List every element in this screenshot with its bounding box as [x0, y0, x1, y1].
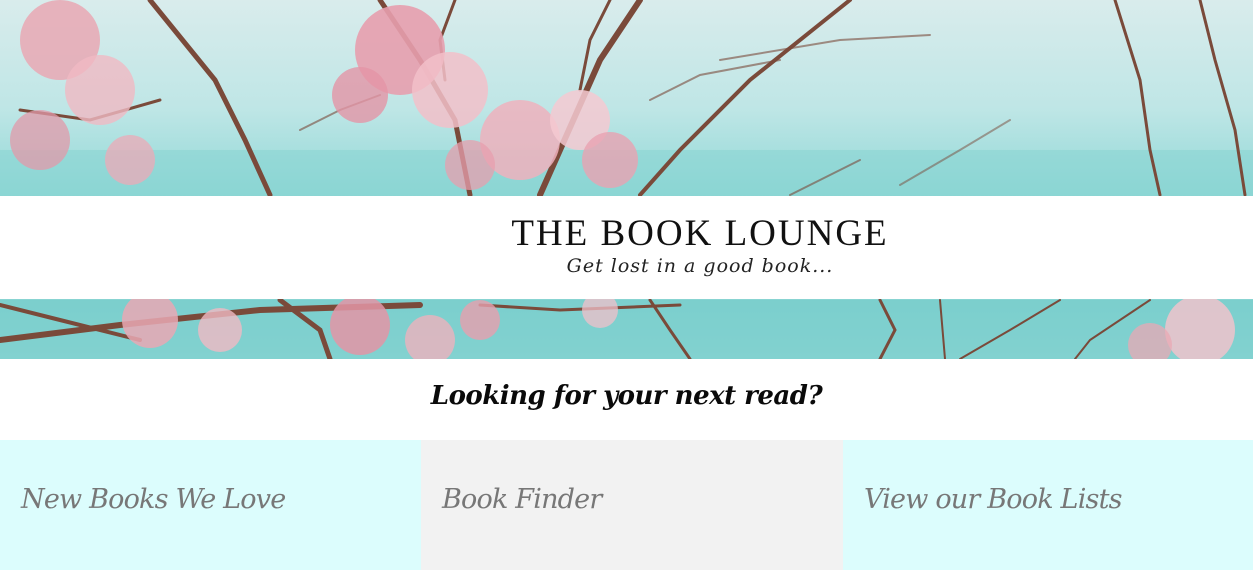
card-book-finder[interactable]: Book Finder — [421, 440, 843, 570]
prompt-heading: Looking for your next read? — [430, 381, 823, 411]
site-title: THE BOOK LOUNGE — [511, 213, 889, 254]
prompt-section: Looking for your next read? — [0, 359, 1253, 440]
card-book-finder-label[interactable]: Book Finder — [442, 484, 602, 515]
site-tagline: Get lost in a good book... — [566, 255, 834, 277]
card-new-books[interactable]: New Books We Love — [0, 440, 421, 570]
category-cards: New Books We Love Book Finder View our B… — [0, 440, 1253, 570]
card-book-lists[interactable]: View our Book Lists — [843, 440, 1253, 570]
card-new-books-label[interactable]: New Books We Love — [21, 484, 286, 515]
hero-image — [0, 0, 1253, 359]
hero-banner: THE BOOK LOUNGE Get lost in a good book.… — [0, 0, 1253, 359]
card-book-lists-label[interactable]: View our Book Lists — [864, 484, 1122, 515]
title-band: THE BOOK LOUNGE Get lost in a good book.… — [0, 196, 1253, 299]
sea-band-lower — [0, 300, 1253, 359]
